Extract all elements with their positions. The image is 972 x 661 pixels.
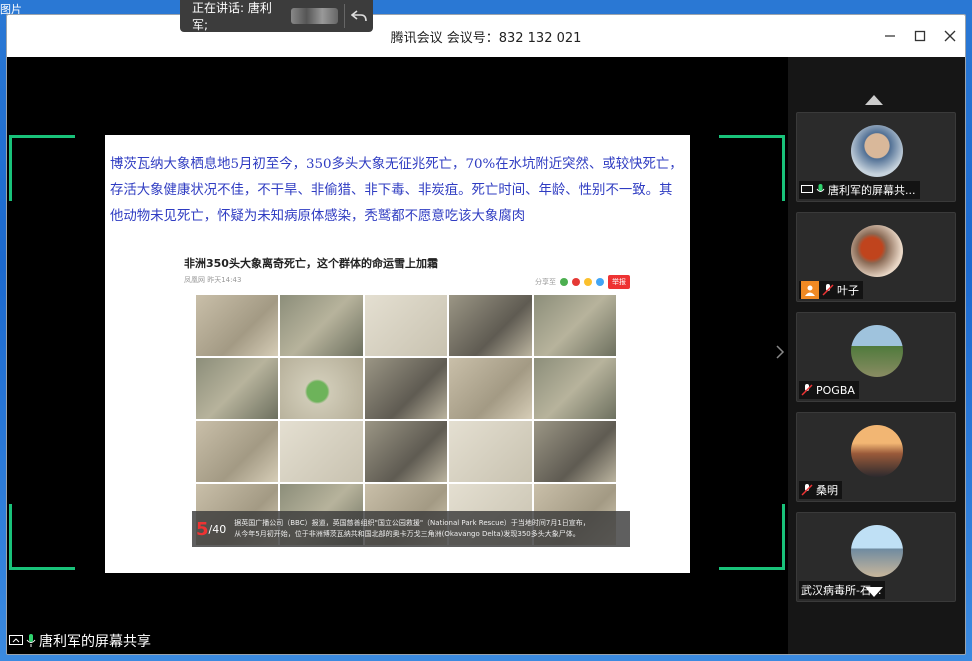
microphone-icon bbox=[816, 184, 825, 192]
participant-name: POGBA bbox=[816, 383, 855, 397]
photo bbox=[364, 421, 448, 482]
window-controls bbox=[883, 15, 957, 57]
person-icon bbox=[801, 281, 819, 299]
window-title: 腾讯会议 会议号：832 132 021 bbox=[390, 30, 582, 46]
photo bbox=[449, 421, 532, 482]
page-current: 5 bbox=[196, 518, 209, 540]
microphone-icon bbox=[26, 634, 36, 647]
report-button: 举报 bbox=[608, 275, 630, 289]
microphone-muted-icon bbox=[822, 284, 834, 296]
article-source: 凤凰网 昨天14:43 bbox=[184, 276, 242, 284]
participant-panel: 唐利军的屏幕共... 叶子 POGBA 桑明 武汉病毒所-石... bbox=[788, 57, 965, 654]
photo-caption-bar: 5 /40 据英国广播公司（BBC）报道，英国慈善组织"国立公园救援"（Nati… bbox=[192, 511, 630, 547]
maximize-icon bbox=[914, 30, 926, 42]
article-meta: 凤凰网 昨天14:43 分享至 举报 bbox=[184, 275, 630, 289]
qzone-icon bbox=[584, 278, 592, 286]
chevron-right-icon bbox=[776, 345, 785, 359]
avatar bbox=[851, 525, 903, 577]
photo bbox=[196, 358, 279, 419]
article-title: 非洲350头大象离奇死亡，这个群体的命运雪上加霜 bbox=[184, 257, 438, 270]
speaking-label: 正在讲话: 唐利军; bbox=[192, 1, 272, 32]
share-frame-corner bbox=[9, 504, 75, 570]
minimize-icon bbox=[885, 35, 895, 37]
share-frame-corner bbox=[9, 135, 75, 201]
wechat-icon bbox=[560, 278, 568, 286]
blurred-name bbox=[290, 8, 339, 24]
photo bbox=[533, 358, 616, 419]
avatar bbox=[851, 125, 903, 177]
caption-line: 从今年5月初开始，位于非洲博茨瓦纳共和国北部的奥卡万戈三角洲(Okavango … bbox=[234, 530, 580, 538]
share-frame-corner bbox=[719, 504, 785, 570]
slide-text: 博茨瓦纳大象栖息地5月初至今，350多头大象无征兆死亡，70%在水坑附近突然、或… bbox=[110, 157, 683, 224]
article-share-bar: 分享至 举报 bbox=[535, 275, 630, 289]
scroll-down-icon[interactable] bbox=[865, 587, 883, 597]
photo bbox=[196, 421, 279, 482]
screen-share-icon bbox=[801, 185, 813, 193]
close-button[interactable] bbox=[943, 29, 957, 43]
participant-tile[interactable]: 叶子 bbox=[796, 212, 956, 302]
undo-arrow-icon bbox=[351, 10, 367, 22]
caption-line: 据英国广播公司（BBC）报道，英国慈善组织"国立公园救援"（National P… bbox=[234, 519, 590, 527]
photo bbox=[533, 421, 616, 482]
news-article-screenshot: 非洲350头大象离奇死亡，这个群体的命运雪上加霜 凤凰网 昨天14:43 分享至… bbox=[184, 255, 630, 550]
qq-icon bbox=[596, 278, 604, 286]
photo bbox=[364, 295, 448, 356]
participant-tile[interactable]: POGBA bbox=[796, 312, 956, 402]
shared-slide: 博茨瓦纳大象栖息地5月初至今，350多头大象无征兆死亡，70%在水坑附近突然、或… bbox=[105, 135, 690, 573]
page-total: /40 bbox=[208, 522, 227, 536]
photo bbox=[280, 421, 363, 482]
screen-share-icon bbox=[9, 635, 23, 645]
share-frame-corner bbox=[719, 135, 785, 201]
participant-tile[interactable]: 唐利军的屏幕共... bbox=[796, 112, 956, 202]
screen-share-area: 博茨瓦纳大象栖息地5月初至今，350多头大象无征兆死亡，70%在水坑附近突然、或… bbox=[7, 57, 788, 654]
collapse-panel-button[interactable] bbox=[775, 344, 787, 364]
meeting-window: 腾讯会议 会议号：832 132 021 博茨瓦纳大象栖息地5月初至今，350多… bbox=[6, 14, 966, 655]
participant-label: 桑明 bbox=[799, 481, 842, 499]
maximize-button[interactable] bbox=[913, 29, 927, 43]
photo bbox=[449, 358, 532, 419]
participant-label: 唐利军的屏幕共... bbox=[799, 181, 920, 199]
photo bbox=[280, 358, 363, 419]
avatar bbox=[851, 325, 903, 377]
participant-name: 叶子 bbox=[837, 284, 859, 297]
photo bbox=[196, 295, 279, 356]
return-button[interactable] bbox=[345, 0, 373, 32]
avatar bbox=[851, 225, 903, 277]
scroll-up-icon[interactable] bbox=[865, 95, 883, 105]
participant-label: 叶子 bbox=[799, 281, 863, 299]
photo bbox=[280, 295, 363, 356]
participant-tile[interactable]: 桑明 bbox=[796, 412, 956, 502]
participant-name: 桑明 bbox=[816, 484, 838, 497]
avatar bbox=[851, 425, 903, 477]
minimize-button[interactable] bbox=[883, 29, 897, 43]
microphone-muted-icon bbox=[801, 484, 813, 496]
photo-caption: 据英国广播公司（BBC）报道，英国慈善组织"国立公园救援"（National P… bbox=[234, 518, 590, 540]
microphone-muted-icon bbox=[801, 384, 813, 396]
close-icon bbox=[944, 30, 956, 42]
share-label: 分享至 bbox=[535, 278, 556, 286]
title-bar: 腾讯会议 会议号：832 132 021 bbox=[7, 15, 965, 57]
weibo-icon bbox=[572, 278, 580, 286]
participant-name: 唐利军的屏幕共... bbox=[828, 184, 916, 197]
photo bbox=[533, 295, 616, 356]
photo-grid bbox=[196, 295, 616, 545]
speaking-indicator: 正在讲话: 唐利军; bbox=[180, 0, 373, 32]
screen-share-indicator: 唐利军的屏幕共享 bbox=[9, 631, 151, 651]
photo bbox=[364, 358, 448, 419]
participant-label: POGBA bbox=[799, 381, 859, 399]
photo bbox=[449, 295, 532, 356]
screen-share-label: 唐利军的屏幕共享 bbox=[39, 634, 151, 650]
